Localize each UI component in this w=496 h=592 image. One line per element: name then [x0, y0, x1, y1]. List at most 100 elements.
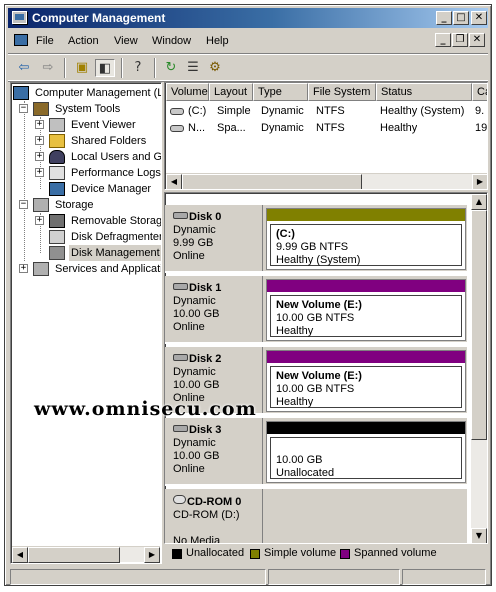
title-bar[interactable]: Computer Management _ □ ✕	[8, 8, 488, 28]
cell-capacity: 19	[475, 122, 488, 134]
column-header-status[interactable]: Status	[376, 83, 472, 101]
partition-details: (C:) 9.99 GB NTFS Healthy (System)	[270, 224, 462, 266]
menu-view[interactable]: View	[114, 35, 138, 47]
spanned-volume-bar	[267, 351, 465, 363]
back-arrow-icon[interactable]: ⇦	[14, 59, 34, 77]
computer-management-icon	[12, 11, 27, 24]
volume-list-horizontal-scrollbar[interactable]: ◀ ▶	[166, 173, 487, 189]
child-close-button[interactable]: ✕	[469, 33, 485, 47]
expand-toggle[interactable]: +	[35, 152, 44, 161]
column-header-layout[interactable]: Layout	[209, 83, 253, 101]
partition-capacity: 10.00 GB NTFS	[276, 383, 355, 395]
column-header-volume[interactable]: Volume	[166, 83, 209, 101]
scroll-thumb[interactable]	[28, 547, 120, 563]
cdrom-drive: CD-ROM (D:)	[173, 509, 240, 521]
scroll-left-button[interactable]: ◀	[166, 174, 182, 189]
cell-layout: Simple	[217, 105, 251, 117]
expand-toggle[interactable]: +	[35, 136, 44, 145]
column-header-type[interactable]: Type	[253, 83, 308, 101]
disk-row[interactable]: Disk 1 Dynamic 10.00 GB Online New Volum…	[165, 276, 467, 344]
column-header-label: File System	[313, 86, 371, 98]
table-row[interactable]: N... Spa... Dynamic NTFS Healthy 19	[166, 120, 488, 137]
tree-item-label: Performance Logs	[71, 167, 161, 179]
tree-horizontal-scrollbar[interactable]: ◀ ▶	[12, 546, 160, 563]
child-minimize-button[interactable]: _	[435, 33, 451, 47]
legend-label: Unallocated	[186, 547, 245, 559]
disk-view-vertical-scrollbar[interactable]: ▲ ▼	[471, 194, 487, 543]
menu-help[interactable]: Help	[206, 35, 229, 47]
tree-item-label: Local Users and Gr	[71, 151, 162, 163]
scroll-down-button[interactable]: ▼	[471, 528, 487, 543]
table-row[interactable]: (C:) Simple Dynamic NTFS Healthy (System…	[166, 103, 487, 120]
disk-state: Online	[173, 250, 205, 262]
partition-details: New Volume (E:) 10.00 GB NTFS Healthy	[270, 295, 462, 337]
partition-block[interactable]: 10.00 GB Unallocated	[266, 421, 466, 483]
disk-name: Disk 1	[189, 282, 222, 294]
child-restore-button[interactable]: ❐	[452, 33, 468, 47]
cell-status: Healthy	[380, 122, 418, 134]
cell-status: Healthy (System)	[380, 105, 465, 117]
partition-block[interactable]: (C:) 9.99 GB NTFS Healthy (System)	[266, 208, 466, 270]
disk-row[interactable]: Disk 0 Dynamic 9.99 GB Online (C:) 9.99 …	[165, 205, 467, 273]
column-header-file-system[interactable]: File System	[308, 83, 376, 101]
expand-toggle[interactable]: +	[35, 216, 44, 225]
menu-window-label: Window	[152, 35, 192, 47]
partition-status: Healthy	[276, 325, 314, 337]
scroll-left-button[interactable]: ◀	[12, 547, 28, 563]
collapse-toggle[interactable]: −	[19, 104, 28, 113]
scroll-up-button[interactable]: ▲	[471, 194, 487, 210]
properties-icon[interactable]: ☰	[183, 59, 203, 77]
maximize-button[interactable]: □	[453, 11, 469, 25]
help-icon[interactable]: ?	[128, 59, 148, 77]
tree-item-label: Event Viewer	[71, 119, 136, 131]
disk-name: Disk 3	[189, 424, 222, 436]
settings-icon[interactable]: ⚙	[205, 59, 225, 77]
defragmenter-icon	[49, 230, 65, 244]
up-folder-icon[interactable]: ▣	[72, 59, 92, 77]
menu-file[interactable]: File	[36, 35, 54, 47]
column-header-capacity[interactable]: Ca	[472, 83, 487, 101]
partition-status: Healthy (System)	[276, 254, 361, 266]
forward-arrow-icon[interactable]: ⇨	[38, 59, 58, 77]
scroll-thumb[interactable]	[182, 174, 362, 189]
expand-toggle[interactable]: +	[35, 168, 44, 177]
menu-window[interactable]: Window	[152, 35, 191, 47]
disk-size: 10.00 GB	[173, 450, 220, 462]
scroll-thumb[interactable]	[471, 210, 487, 440]
scroll-right-button[interactable]: ▶	[144, 547, 160, 563]
tree-line	[24, 101, 25, 261]
partition-details: New Volume (E:) 10.00 GB NTFS Healthy	[270, 366, 462, 408]
expand-toggle[interactable]: +	[35, 120, 44, 129]
expand-toggle[interactable]: +	[19, 264, 28, 273]
tree-item-label: Computer Management (L	[35, 87, 162, 99]
system-menu-icon[interactable]	[14, 34, 28, 46]
disk-name: Disk 2	[189, 353, 222, 365]
legend-label: Spanned volume	[354, 547, 437, 559]
show-hide-tree-icon[interactable]: ◧	[95, 59, 115, 77]
scroll-right-button[interactable]: ▶	[472, 174, 487, 189]
menu-bar: File Action View Window Help _ ❐ ✕	[8, 30, 488, 52]
computer-management-window: Computer Management _ □ ✕ File Action Vi…	[4, 4, 492, 586]
tree-item-label: Disk Management	[69, 245, 161, 261]
disk-row[interactable]: Disk 3 Dynamic 10.00 GB Online 10.00 GB …	[165, 418, 467, 486]
refresh-icon[interactable]: ↻	[161, 59, 181, 77]
toolbar-separator	[121, 58, 123, 78]
column-header-label: Layout	[214, 86, 248, 98]
partition-block[interactable]: New Volume (E:) 10.00 GB NTFS Healthy	[266, 350, 466, 412]
hard-disk-icon	[173, 354, 188, 361]
tree-item-label: Disk Defragmenter	[71, 231, 162, 243]
disk-info: Disk 0 Dynamic 9.99 GB Online	[165, 205, 263, 271]
minimize-button[interactable]: _	[436, 11, 452, 25]
cdrom-row[interactable]: CD-ROM 0 CD-ROM (D:) No Media	[165, 489, 467, 543]
close-button[interactable]: ✕	[471, 11, 487, 25]
partition-block[interactable]: New Volume (E:) 10.00 GB NTFS Healthy	[266, 279, 466, 341]
menu-action[interactable]: Action	[68, 35, 99, 47]
partition-status: Unallocated	[276, 467, 335, 479]
status-pane	[268, 569, 400, 585]
legend-swatch-simple	[250, 549, 260, 559]
volume-list: Volume Layout Type File System Status Ca…	[164, 82, 488, 190]
tree-item-label: Removable Storag	[71, 215, 162, 227]
collapse-toggle[interactable]: −	[19, 200, 28, 209]
watermark-text: www.omnisecu.com	[34, 398, 257, 420]
disk-info: Disk 3 Dynamic 10.00 GB Online	[165, 418, 263, 484]
